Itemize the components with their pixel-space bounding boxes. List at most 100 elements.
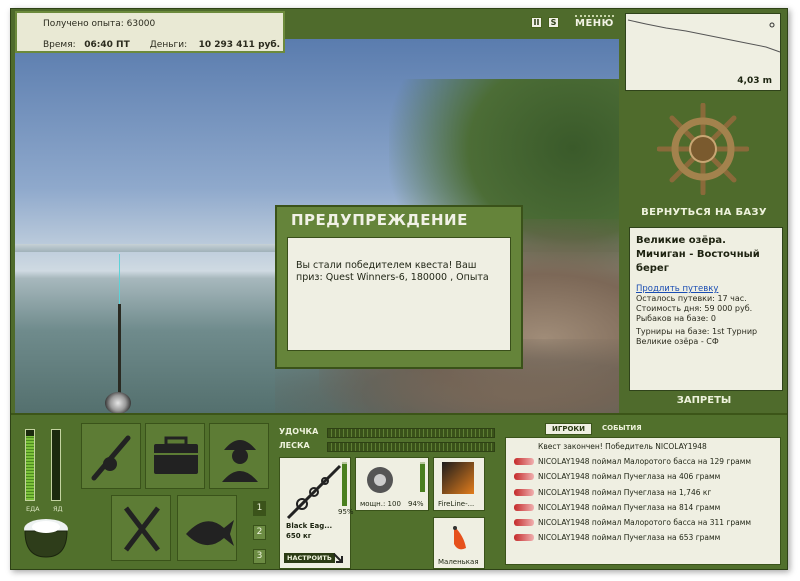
status-meters: ЕДА ЯД <box>21 429 69 519</box>
extend-permit-link[interactable]: Продлить путевку <box>636 284 776 294</box>
poison-meter <box>51 429 61 501</box>
fish-tile[interactable] <box>177 495 237 561</box>
poison-label: ЯД <box>53 505 63 513</box>
warning-dialog[interactable]: ПРЕДУПРЕЖДЕНИЕ Вы стали победителем квес… <box>275 205 523 369</box>
line-spool-icon <box>442 462 474 494</box>
tab-players[interactable]: ИГРОКИ <box>545 423 592 435</box>
slot-2-button[interactable]: 2 <box>253 525 266 540</box>
fisherman-tile[interactable] <box>209 423 269 489</box>
tab-events[interactable]: СОБЫТИЯ <box>596 423 648 435</box>
time-label: Время: <box>43 40 76 50</box>
dialog-message: Вы стали победителем квеста! Ваш приз: Q… <box>287 237 511 351</box>
catch-lure-icon <box>514 458 534 465</box>
rod-reel-icon <box>91 435 131 481</box>
fishing-rod[interactable] <box>105 254 131 413</box>
line-name: FireLine-... <box>438 500 475 508</box>
line-bar-row: ЛЕСКА <box>279 441 495 453</box>
events-list: Квест закончен! Победитель NICOLAY1948 N… <box>505 437 781 565</box>
rod-slot[interactable]: 95% Black Eag... 650 кг НАСТРОИТЬ <box>279 457 354 569</box>
reel-percent: 94% <box>408 500 424 508</box>
reel-condition-bar <box>420 462 425 492</box>
return-to-base-button[interactable]: ВЕРНУТЬСЯ НА БАЗУ <box>619 207 787 218</box>
arrow-down-right-icon[interactable] <box>332 552 344 564</box>
slot-3-button[interactable]: 3 <box>253 549 266 564</box>
reel-condition-fill <box>420 463 425 492</box>
tackle-box-tile[interactable] <box>145 423 205 489</box>
rod-capacity: 650 кг <box>286 532 312 540</box>
tackle-box-icon <box>154 436 198 474</box>
location-title: Великие озёра. Мичиган - Восточный берег <box>636 235 760 274</box>
line-tension-bar <box>327 442 495 452</box>
line-slot[interactable]: FireLine-... <box>433 457 485 511</box>
tune-button[interactable]: НАСТРОИТЬ <box>284 553 335 563</box>
reel-power: мощн.: 100 <box>360 500 401 508</box>
list-item: NICOLAY1948 поймал Пучеглаза на 653 грам… <box>510 530 776 545</box>
rod-bar-label: УДОЧКА <box>279 427 319 436</box>
experience-value: 63000 <box>126 19 156 29</box>
depth-graph: 4,03 m <box>625 13 781 91</box>
rod-name: Black Eag... <box>286 522 333 530</box>
rod-percent: 95% <box>338 508 354 516</box>
dialog-title: ПРЕДУПРЕЖДЕНИЕ <box>291 211 468 229</box>
reel-slot[interactable]: мощн.: 100 94% <box>355 457 429 511</box>
bottom-panel: ЕДА ЯД 1 2 3 УДОЧКА ЛЕСКА 95% Black Eag.… <box>11 413 787 569</box>
permit-remaining: Осталось путевки: 17 час. <box>636 294 747 303</box>
fork-knife-icon <box>124 506 160 552</box>
right-panel: 4,03 m ВЕРНУТЬСЯ НА БАЗУ Великие озёра. … <box>619 9 787 413</box>
fisherman-icon <box>222 440 258 482</box>
bans-button[interactable]: ЗАПРЕТЫ <box>619 395 787 406</box>
catch-lure-icon <box>514 534 534 542</box>
rod-icon <box>286 464 342 520</box>
time-value: 06:40 ПТ <box>84 40 130 50</box>
catch-lure-icon <box>514 519 534 527</box>
lure-name: Маленькая <box>438 558 479 566</box>
rod-tension-bar <box>327 428 495 438</box>
menu-button[interactable]: МЕНЮ <box>575 15 614 29</box>
reel-icon <box>367 467 393 493</box>
pause-button[interactable]: II <box>531 16 542 28</box>
fish-icon <box>186 520 234 546</box>
player-info-panel: Получено опыта: 63000 Время: 06:40 ПТ Де… <box>15 11 285 53</box>
food-label: ЕДА <box>26 505 40 513</box>
rod-bar-row: УДОЧКА <box>279 427 495 439</box>
events-tabs: ИГРОКИ СОБЫТИЯ <box>545 423 648 435</box>
food-tile[interactable] <box>111 495 171 561</box>
depth-value: 4,03 m <box>737 76 772 86</box>
money-label: Деньги: <box>149 40 188 50</box>
catch-lure-icon <box>514 503 534 511</box>
rod-tile[interactable] <box>81 423 141 489</box>
rod-reel <box>105 392 131 413</box>
line-bar-label: ЛЕСКА <box>279 441 310 450</box>
events-panel: ИГРОКИ СОБЫТИЯ Квест закончен! Победител… <box>499 421 785 569</box>
list-item: NICOLAY1948 поймал Пучеглаза на 406 грам… <box>510 469 776 484</box>
tournaments-info: Турниры на базе: 1st Турнир Великие озёр… <box>636 327 758 346</box>
lure-icon <box>453 526 466 550</box>
list-item: NICOLAY1948 поймал Пучеглаза на 814 грам… <box>510 500 776 515</box>
location-info: Великие озёра. Мичиган - Восточный берег… <box>629 227 783 391</box>
anglers-at-base: Рыбаков на базе: 0 <box>636 314 716 323</box>
food-meter <box>25 429 35 501</box>
rod-tip <box>119 254 120 304</box>
catch-lure-icon <box>514 488 534 496</box>
money-value: 10 293 411 руб. <box>198 40 281 50</box>
rod-condition-fill <box>342 464 347 506</box>
list-item: NICOLAY1948 поймал Пучеглаза на 1,746 кг <box>510 485 776 500</box>
float-marker-icon <box>769 22 775 28</box>
ship-wheel-icon[interactable] <box>657 103 749 195</box>
catch-lure-icon <box>514 473 534 481</box>
food-meter-fill <box>26 435 34 500</box>
gear-panel: УДОЧКА ЛЕСКА 95% Black Eag... 650 кг НАС… <box>277 425 497 569</box>
rod-blank <box>118 304 121 394</box>
settings-button[interactable]: S <box>548 16 559 28</box>
list-item: NICOLAY1948 поймал Малоротого басса на 3… <box>510 515 776 530</box>
experience-label: Получено опыта: <box>43 19 124 29</box>
slot-1-button[interactable]: 1 <box>253 501 266 516</box>
time-money-row: Время: 06:40 ПТ Деньги: 10 293 411 руб. <box>43 40 280 50</box>
day-cost: Стоимость дня: 59 000 руб. <box>636 304 753 313</box>
experience-row: Получено опыта: 63000 <box>43 19 155 29</box>
events-header: Квест закончен! Победитель NICOLAY1948 <box>538 442 707 451</box>
top-toolbar: II S МЕНЮ <box>531 15 614 29</box>
lure-slot[interactable]: Маленькая <box>433 517 485 569</box>
food-pot-icon[interactable] <box>19 513 73 559</box>
list-item: NICOLAY1948 поймал Малоротого басса на 1… <box>510 454 776 469</box>
